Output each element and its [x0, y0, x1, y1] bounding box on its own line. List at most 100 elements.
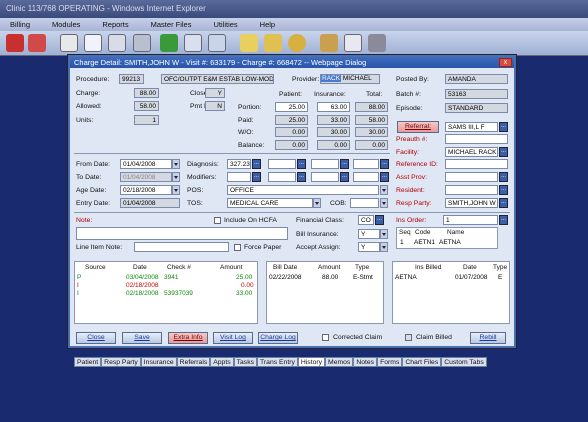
magnify-icon[interactable]: [208, 34, 226, 52]
tab-chart-files[interactable]: Chart Files: [402, 357, 442, 367]
diagnosis-3-lookup[interactable]: ...: [340, 159, 349, 169]
modifier-3-lookup[interactable]: ...: [340, 172, 349, 182]
code-cell[interactable]: AETN1: [414, 239, 435, 246]
search-icon[interactable]: [133, 34, 151, 52]
bill-amount[interactable]: 88.00: [322, 274, 338, 281]
menu-reports[interactable]: Reports: [92, 18, 140, 31]
corrected-claim-checkbox[interactable]: [322, 334, 329, 341]
name-cell[interactable]: AETNA: [439, 239, 461, 246]
pencil-icon[interactable]: [264, 34, 282, 52]
ins-date[interactable]: 01/07/2008: [455, 274, 488, 281]
payment-source[interactable]: I: [77, 282, 79, 289]
modifier-4-lookup[interactable]: ...: [380, 172, 389, 182]
modifier-2-lookup[interactable]: ...: [297, 172, 306, 182]
referral-lookup-button[interactable]: ...: [499, 122, 508, 132]
bill-insurance-dropdown[interactable]: [380, 229, 388, 239]
payment-amount[interactable]: 33.00: [236, 290, 252, 297]
rebill-button[interactable]: Rebill: [470, 332, 506, 344]
pos-select[interactable]: OFFICE: [227, 185, 379, 195]
asst-prov-input[interactable]: [445, 172, 498, 182]
modifier-2-input[interactable]: [268, 172, 296, 182]
lock-icon[interactable]: [320, 34, 338, 52]
tab-tasks[interactable]: Tasks: [233, 357, 257, 367]
close-icon[interactable]: x: [499, 58, 512, 67]
tab-history[interactable]: History: [297, 357, 326, 367]
to-date-input[interactable]: 01/04/2008: [120, 172, 172, 182]
diagnosis-2-lookup[interactable]: ...: [297, 159, 306, 169]
charge-log-button[interactable]: Charge Log: [258, 332, 298, 344]
include-hcfa-checkbox[interactable]: [214, 217, 221, 224]
accept-assign-select[interactable]: Y: [358, 242, 380, 252]
stethoscope-icon[interactable]: [28, 34, 46, 52]
edit-icon[interactable]: [240, 34, 258, 52]
modifier-1-lookup[interactable]: ...: [252, 172, 261, 182]
financial-class-select[interactable]: CO: [358, 215, 374, 225]
diagnosis-1-lookup[interactable]: ...: [252, 159, 261, 169]
payment-check[interactable]: 3941: [164, 274, 178, 281]
tab-notes[interactable]: Notes: [353, 357, 378, 367]
preauth-input[interactable]: [445, 134, 508, 144]
payment-date[interactable]: 03/04/2008: [126, 274, 159, 281]
close-button[interactable]: Close: [76, 332, 116, 344]
tos-select[interactable]: MEDICAL CARE: [227, 198, 313, 208]
menu-billing[interactable]: Billing: [0, 18, 42, 31]
portion-insurance-input[interactable]: 63.00: [317, 102, 350, 112]
resp-party-lookup-button[interactable]: ...: [499, 198, 508, 208]
claim-billed-checkbox[interactable]: [405, 334, 412, 341]
cob-dropdown[interactable]: [380, 198, 388, 208]
ins-order-lookup[interactable]: ...: [499, 215, 508, 225]
menu-help[interactable]: Help: [250, 18, 287, 31]
pos-dropdown[interactable]: [380, 185, 388, 195]
tab-memos[interactable]: Memos: [325, 357, 354, 367]
modifier-1-input[interactable]: [227, 172, 251, 182]
force-paper-checkbox[interactable]: [234, 244, 241, 251]
menu-modules[interactable]: Modules: [42, 18, 92, 31]
facility-lookup-button[interactable]: ...: [499, 147, 508, 157]
facility-field[interactable]: MICHAEL RACK: [445, 147, 498, 157]
note-input[interactable]: [76, 227, 288, 240]
from-date-dropdown[interactable]: [172, 159, 180, 169]
reference-id-input[interactable]: [445, 159, 508, 169]
diagnosis-4-input[interactable]: [353, 159, 379, 169]
tab-insurance[interactable]: Insurance: [140, 357, 177, 367]
resident-input[interactable]: [445, 185, 498, 195]
financial-class-lookup[interactable]: ...: [375, 215, 384, 225]
payment-source[interactable]: P: [77, 274, 81, 281]
age-date-dropdown[interactable]: [172, 185, 180, 195]
menu-utilities[interactable]: Utilities: [203, 18, 249, 31]
to-date-dropdown[interactable]: [172, 172, 180, 182]
tab-appts[interactable]: Appts: [210, 357, 234, 367]
tab-resp-party[interactable]: Resp Party: [101, 357, 141, 367]
modifier-3-input[interactable]: [311, 172, 339, 182]
tab-patient[interactable]: Patient: [74, 357, 102, 367]
ins-type[interactable]: E: [498, 274, 502, 281]
help-icon[interactable]: [288, 34, 306, 52]
menu-master-files[interactable]: Master Files: [141, 18, 204, 31]
diagnosis-3-input[interactable]: [311, 159, 339, 169]
modifier-4-input[interactable]: [353, 172, 379, 182]
payment-date[interactable]: 02/18/2008: [126, 290, 159, 297]
line-item-note-input[interactable]: [134, 242, 229, 252]
appointment-icon[interactable]: [6, 34, 24, 52]
from-date-input[interactable]: 01/04/2008: [120, 159, 172, 169]
cob-select[interactable]: [350, 198, 379, 208]
save-button[interactable]: Save: [122, 332, 162, 344]
extra-info-button[interactable]: Extra Info: [168, 332, 208, 344]
document-icon[interactable]: [84, 34, 102, 52]
age-date-input[interactable]: 02/18/2008: [120, 185, 172, 195]
diagnosis-2-input[interactable]: [268, 159, 296, 169]
key-icon[interactable]: [368, 34, 386, 52]
bill-type[interactable]: E-Stmt: [353, 274, 373, 281]
payment-date[interactable]: 02/18/2008: [126, 282, 159, 289]
report-icon[interactable]: [184, 34, 202, 52]
resident-lookup-button[interactable]: ...: [499, 185, 508, 195]
referral-field[interactable]: SAMS III,L F: [445, 122, 498, 132]
tab-referrals[interactable]: Referrals: [176, 357, 211, 367]
document-search-icon[interactable]: [108, 34, 126, 52]
calculator-icon[interactable]: [60, 34, 78, 52]
tos-dropdown[interactable]: [313, 198, 321, 208]
bill-date[interactable]: 02/22/2008: [269, 274, 302, 281]
ins-order-input[interactable]: 1: [443, 215, 498, 225]
accept-assign-dropdown[interactable]: [380, 242, 388, 252]
tab-custom-tabs[interactable]: Custom Tabs: [441, 357, 487, 367]
